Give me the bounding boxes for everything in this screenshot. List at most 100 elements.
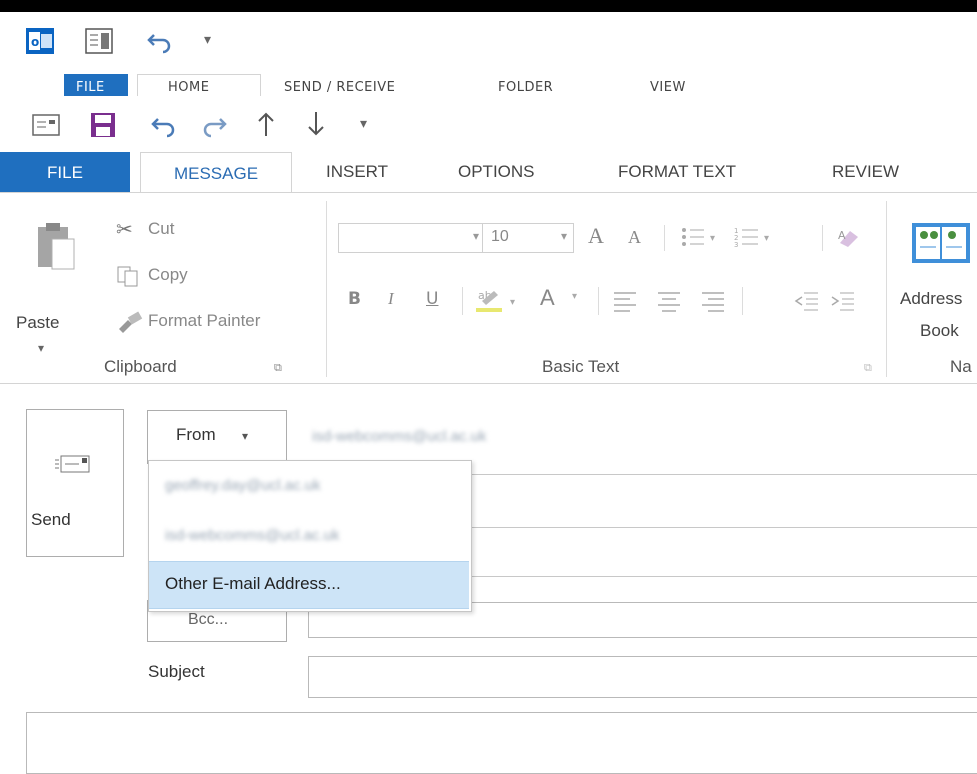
svg-text:▾: ▾ (764, 233, 769, 244)
shrink-font-button[interactable]: A (628, 227, 641, 248)
save-icon[interactable] (90, 112, 116, 142)
cut-button[interactable]: ✂ Cut (116, 217, 236, 245)
tab-file[interactable]: FILE (0, 152, 130, 192)
bullets-icon[interactable]: ▾ (680, 225, 720, 253)
basic-text-launcher-icon[interactable]: ⧉ (864, 361, 872, 375)
paste-icon (34, 221, 76, 277)
ribbon-tabs: FILE MESSAGE INSERT OPTIONS FORMAT TEXT … (0, 152, 977, 193)
view-layout-icon[interactable] (84, 26, 114, 60)
tab-message[interactable]: MESSAGE (140, 152, 292, 193)
tab-format-text[interactable]: FORMAT TEXT (618, 162, 736, 182)
grow-font-button[interactable]: A (588, 223, 604, 249)
window-menu-icon[interactable] (32, 114, 60, 140)
copy-label: Copy (148, 265, 188, 284)
undo-icon[interactable] (150, 112, 178, 142)
cut-label: Cut (148, 219, 175, 238)
from-option-label: geoffrey.day@ucl.ac.uk (165, 477, 321, 494)
divider (598, 287, 599, 315)
divider (462, 287, 463, 315)
svg-text:▾: ▾ (710, 233, 715, 244)
subject-label: Subject (148, 662, 205, 681)
from-dropdown-icon: ▾ (242, 429, 249, 443)
highlight-icon[interactable]: ab ▾ (476, 287, 526, 319)
background-window-toolbar: o ▾ (0, 12, 977, 74)
clipboard-group-label: Clipboard (104, 357, 177, 376)
background-tab-home: HOME (168, 80, 210, 95)
address-book-icon (912, 221, 972, 269)
font-name-dropdown-icon: ▾ (472, 229, 479, 243)
divider (742, 287, 743, 315)
font-name-box[interactable]: ▾ (338, 223, 484, 253)
send-button[interactable]: Send (26, 409, 124, 557)
scissors-icon: ✂ (116, 217, 133, 241)
address-book-button[interactable]: Address Book (898, 217, 977, 347)
bcc-label: Bcc... (188, 611, 229, 628)
from-button[interactable]: From ▾ (147, 410, 287, 464)
font-color-dropdown-icon: ▾ (572, 291, 578, 302)
font-size-dropdown-icon: ▾ (560, 229, 567, 243)
tab-insert[interactable]: INSERT (326, 162, 388, 182)
background-tab-folder: FOLDER (498, 80, 554, 95)
from-dropdown-menu: geoffrey.day@ucl.ac.uk isd-webcomms@ucl.… (148, 460, 472, 612)
increase-indent-icon[interactable] (830, 289, 856, 317)
font-size-value: 10 (491, 228, 509, 245)
clear-formatting-icon[interactable]: A (836, 225, 862, 253)
decrease-indent-icon[interactable] (794, 289, 820, 317)
group-divider (886, 201, 887, 377)
from-option-geoffrey[interactable]: geoffrey.day@ucl.ac.uk (149, 461, 469, 509)
copy-icon (116, 265, 140, 291)
tab-review[interactable]: REVIEW (832, 162, 899, 182)
background-tab-view: VIEW (650, 80, 686, 95)
paste-dropdown-icon: ▾ (38, 341, 45, 355)
send-label: Send (31, 510, 71, 529)
subject-input[interactable] (308, 656, 977, 698)
svg-text:▾: ▾ (510, 297, 515, 308)
font-color-button[interactable]: A (540, 285, 555, 311)
divider (822, 225, 823, 251)
customize-qat-icon[interactable]: ▾ (204, 32, 211, 48)
from-address-value: isd-webcomms@ucl.ac.uk (312, 428, 487, 445)
italic-button[interactable]: I (388, 289, 394, 309)
divider (664, 225, 665, 251)
tab-options[interactable]: OPTIONS (458, 162, 535, 182)
outlook-app-icon: o (26, 28, 54, 54)
font-size-box[interactable]: 10 ▾ (482, 223, 574, 253)
background-window-tabs: FILE HOME SEND / RECEIVE FOLDER VIEW (0, 74, 977, 96)
align-right-icon[interactable] (700, 289, 728, 317)
copy-button[interactable]: Copy (116, 263, 236, 291)
previous-item-icon[interactable] (256, 110, 276, 142)
underline-button[interactable]: U (426, 289, 438, 309)
next-item-icon[interactable] (306, 110, 326, 142)
from-option-label: isd-webcomms@ucl.ac.uk (165, 527, 340, 544)
align-left-icon[interactable] (612, 289, 640, 317)
customize-qat-icon[interactable]: ▾ (360, 116, 367, 132)
format-painter-label: Format Painter (148, 311, 261, 330)
format-painter-button[interactable]: Format Painter (116, 309, 306, 337)
other-email-address-option[interactable]: Other E-mail Address... (149, 561, 469, 609)
from-label: From (176, 425, 216, 444)
other-email-address-label: Other E-mail Address... (165, 574, 341, 593)
from-option-webcomms[interactable]: isd-webcomms@ucl.ac.uk (149, 511, 469, 559)
svg-text:o: o (31, 35, 39, 49)
format-painter-icon (116, 311, 144, 337)
paste-button[interactable]: Paste ▾ (16, 219, 96, 359)
paste-label: Paste (16, 313, 60, 332)
basic-text-group-label: Basic Text (542, 357, 620, 376)
background-tab-file: FILE (76, 80, 105, 95)
compose-quick-access-toolbar: ▾ (0, 96, 977, 152)
clipboard-launcher-icon[interactable]: ⧉ (274, 361, 282, 375)
address-book-label-line2: Book (920, 321, 959, 340)
redo-icon[interactable] (200, 112, 228, 142)
background-tab-send-receive: SEND / RECEIVE (284, 80, 396, 95)
bold-button[interactable]: B (348, 289, 361, 309)
ribbon-body: Paste ▾ ✂ Cut Copy Format Painter Clipbo… (0, 192, 977, 384)
address-book-label-line1: Address (900, 289, 963, 308)
svg-text:3: 3 (734, 241, 738, 249)
group-divider (326, 201, 327, 377)
undo-icon[interactable] (146, 28, 174, 58)
screen-top-bar (0, 0, 977, 12)
align-center-icon[interactable] (656, 289, 684, 317)
svg-text:A: A (838, 229, 846, 242)
numbering-icon[interactable]: 1 2 3 ▾ (734, 225, 774, 253)
send-icon (55, 452, 91, 480)
